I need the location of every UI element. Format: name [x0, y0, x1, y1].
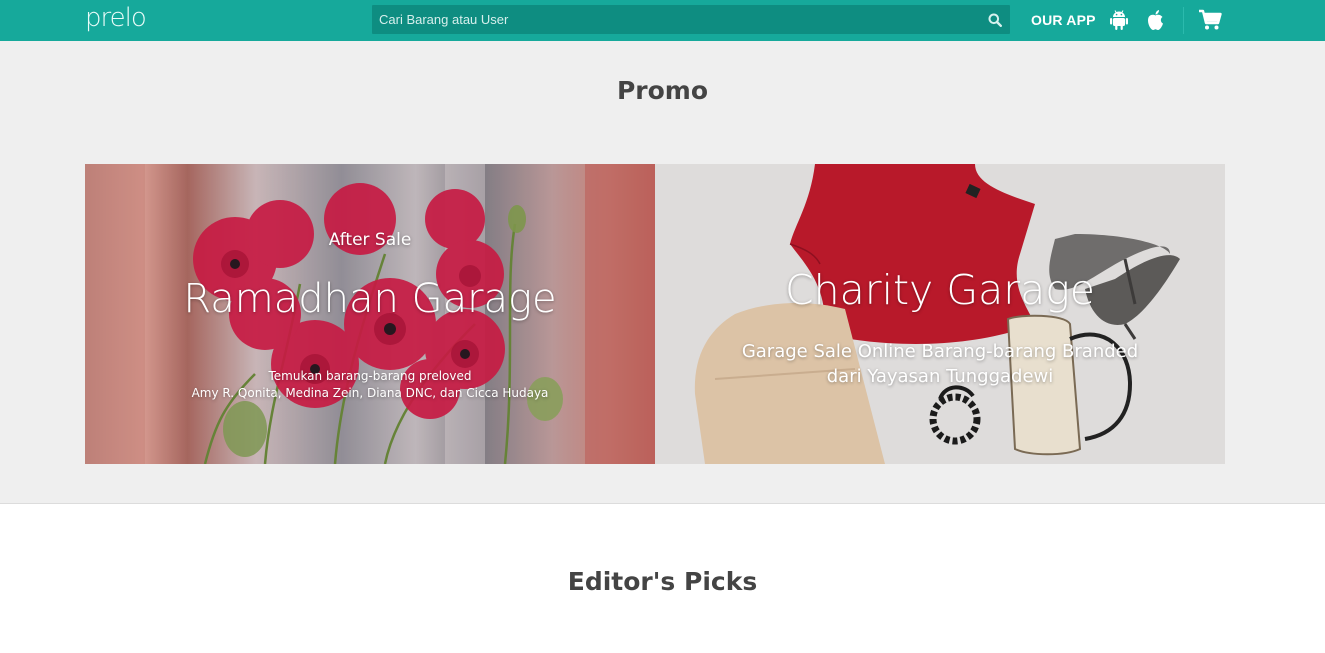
banner-desc-line: Amy R. Qonita, Medina Zein, Diana DNC, d… [191, 386, 549, 400]
banner-title: Ramadhan Garage [183, 276, 557, 322]
banner-desc-line: Garage Sale Online Barang-barang Branded [741, 341, 1139, 362]
apple-icon [1147, 10, 1163, 30]
top-navbar: prelo OUR APP [0, 0, 1325, 41]
search-button[interactable] [980, 5, 1010, 34]
banner-description: Garage Sale Online Barang-barang Branded… [655, 339, 1225, 389]
android-app-link[interactable] [1108, 8, 1130, 32]
our-app-label: OUR APP [1031, 12, 1096, 28]
android-icon [1110, 10, 1128, 30]
charity-garage-banner[interactable]: Charity Garage Garage Sale Online Barang… [655, 164, 1225, 464]
cart-icon [1199, 9, 1222, 30]
banner-description: Temukan barang-barang preloved Amy R. Qo… [85, 368, 655, 402]
promo-section: Promo After Sale Ramadhan Garage Temukan… [0, 41, 1325, 504]
search-input[interactable] [372, 5, 972, 34]
fashion-items-image [655, 164, 1225, 464]
cart-button[interactable] [1198, 9, 1222, 31]
banner-subtitle: After Sale [328, 230, 412, 250]
banner-desc-line: dari Yayasan Tunggadewi [826, 366, 1054, 387]
banner-title: Charity Garage [784, 266, 1096, 314]
navbar-divider [1183, 7, 1184, 34]
ios-app-link[interactable] [1144, 8, 1166, 32]
editors-picks-heading: Editor's Picks [567, 567, 758, 596]
promo-heading: Promo [616, 76, 709, 105]
banner-desc-line: Temukan barang-barang preloved [268, 369, 472, 383]
search-icon [988, 13, 1002, 27]
prelo-logo[interactable]: prelo [85, 2, 147, 34]
ramadhan-garage-banner[interactable]: After Sale Ramadhan Garage Temukan baran… [85, 164, 655, 464]
search-bar [372, 5, 1010, 34]
